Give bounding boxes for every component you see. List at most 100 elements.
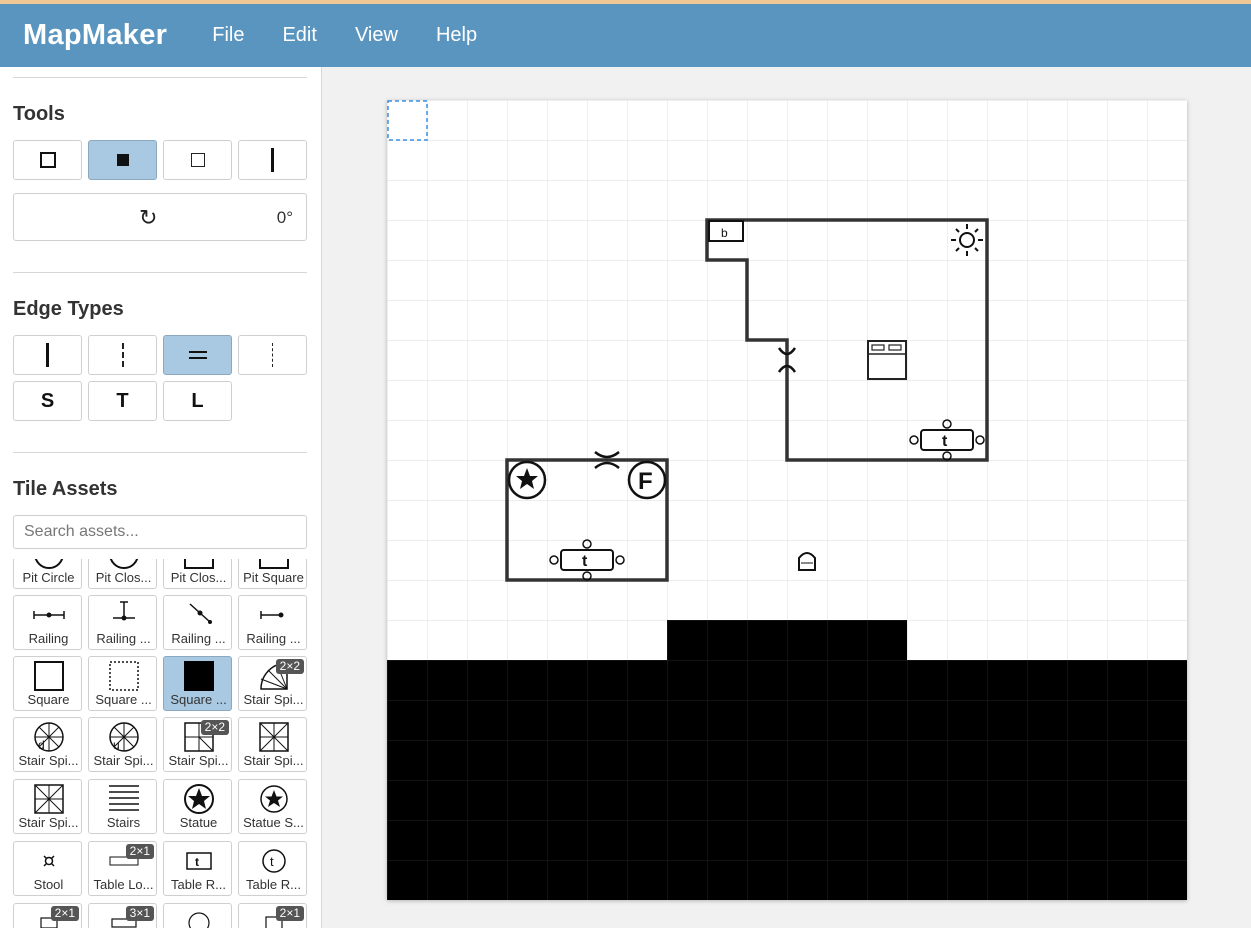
asset-tile[interactable]: t Table R... (163, 841, 232, 896)
railing-corner-icon (112, 601, 135, 621)
dotted-edge-icon (272, 343, 273, 367)
asset-tile[interactable]: Pit Circle (13, 559, 82, 589)
size-badge: 2×2 (200, 720, 229, 735)
asset-tile-label: Statue S... (243, 815, 304, 830)
asset-tile[interactable]: Square ... (88, 656, 157, 711)
edge-double-button[interactable] (163, 335, 232, 375)
asset-tile-label: Railing (28, 631, 69, 646)
asset-tile[interactable]: Pit Clos... (88, 559, 157, 589)
table-label: t (582, 553, 588, 570)
asset-tile[interactable]: Statue S... (238, 779, 307, 834)
asset-tile[interactable]: Railing ... (88, 595, 157, 650)
dashed-edge-icon (121, 343, 124, 367)
edge-t-button[interactable]: T (88, 381, 157, 421)
statue-icon (183, 784, 214, 814)
asset-tile[interactable]: Square (13, 656, 82, 711)
edge-s-button[interactable]: S (13, 381, 82, 421)
menu-view[interactable]: View (345, 22, 408, 49)
asset-tile-label: Stairs (106, 815, 141, 830)
asset-tile[interactable]: Railing (13, 595, 82, 650)
stair-spiral-square-u-icon (33, 784, 64, 814)
asset-tile[interactable]: 2×2 Stair Spi... (163, 717, 232, 772)
bed-label: b (721, 226, 728, 240)
asset-tile-label: Pit Circle (22, 570, 75, 585)
divider (13, 77, 307, 78)
menu-help[interactable]: Help (426, 22, 487, 49)
asset-tile[interactable]: Stairs (88, 779, 157, 834)
tool-square-empty-button[interactable] (163, 140, 232, 180)
svg-text:t: t (270, 854, 274, 869)
tool-square-outline-button[interactable] (13, 140, 82, 180)
asset-tile[interactable]: Railing ... (238, 595, 307, 650)
stair-spiral-up-icon: u (108, 722, 139, 752)
edge-dotted-button[interactable] (238, 335, 307, 375)
menu-edit[interactable]: Edit (272, 22, 326, 49)
square-icon (33, 661, 64, 691)
divider (13, 272, 307, 273)
fountain-icon[interactable]: F (627, 460, 667, 500)
asset-tile[interactable]: Statue (163, 779, 232, 834)
asset-tile[interactable]: Stair Spi... (13, 779, 82, 834)
railing-end-icon (259, 611, 283, 619)
size-badge: 2×1 (275, 906, 304, 921)
asset-tile[interactable]: 2×2 Stair Spi... (238, 656, 307, 711)
asset-tile[interactable]: 2×1 (13, 903, 82, 928)
asset-tile[interactable]: Stool (13, 841, 82, 896)
rotation-value: 0° (276, 208, 293, 227)
asset-tile-label: Pit Clos... (170, 570, 227, 585)
asset-tile-label: Table R... (171, 877, 226, 892)
asset-tile-selected[interactable]: Square ... (163, 656, 232, 711)
tombstone-icon[interactable] (798, 552, 816, 571)
rotation-control[interactable]: ↻ 0° (13, 193, 307, 241)
app-title: MapMaker (23, 19, 168, 51)
filled-grid-overlay (667, 620, 907, 660)
edge-dashed-button[interactable] (88, 335, 157, 375)
square-filled-icon (116, 154, 129, 166)
statue-icon[interactable] (507, 460, 547, 500)
stairs-icon (108, 785, 139, 811)
tool-line-button[interactable] (238, 140, 307, 180)
asset-tile-label: Railing ... (246, 631, 301, 646)
edge-l-label: L (191, 389, 204, 412)
asset-tile[interactable]: Pit Square (238, 559, 307, 589)
asset-search-input[interactable] (13, 515, 307, 549)
bed-tile[interactable]: b (708, 220, 744, 242)
vertical-line-icon (271, 148, 274, 172)
chest-tile[interactable] (867, 340, 907, 380)
table-label: t (942, 433, 948, 450)
asset-tile[interactable]: d Stair Spi... (13, 717, 82, 772)
asset-tile[interactable]: 2×1 (238, 903, 307, 928)
edge-s-label: S (40, 389, 55, 412)
tool-square-filled-button[interactable] (88, 140, 157, 180)
railing-icon (32, 611, 65, 619)
svg-text:d: d (38, 738, 45, 752)
stool-icon (42, 855, 55, 867)
square-filled-icon (183, 661, 214, 691)
edge-l-button[interactable]: L (163, 381, 232, 421)
asset-tile[interactable]: Railing ... (163, 595, 232, 650)
stair-spiral-down-icon: d (33, 722, 64, 752)
asset-tile[interactable]: 3×1 (88, 903, 157, 928)
map-canvas[interactable]: b t F t (387, 100, 1187, 900)
asset-tile-label: Pit Square (243, 570, 304, 585)
edge-solid-button[interactable] (13, 335, 82, 375)
tools-title: Tools (13, 103, 65, 125)
asset-grid: Pit Circle Pit Clos... Pit Clos... Pit S… (0, 559, 321, 928)
sidebar: Tools ↻ 0° Edge Types S T L Tile Assets (0, 67, 322, 928)
asset-tile[interactable] (163, 903, 232, 928)
asset-tile[interactable]: u Stair Spi... (88, 717, 157, 772)
asset-tile[interactable]: Pit Clos... (163, 559, 232, 589)
asset-tile[interactable]: Stair Spi... (238, 717, 307, 772)
square-outline-icon (39, 152, 56, 168)
asset-tile[interactable]: t Table R... (238, 841, 307, 896)
size-badge: 2×2 (275, 659, 304, 674)
square-dotted-icon (108, 661, 139, 691)
svg-text:t: t (195, 855, 199, 869)
statue-small-icon (259, 785, 288, 813)
menu-file[interactable]: File (202, 22, 254, 49)
asset-tile[interactable]: 2×1 Table Lo... (88, 841, 157, 896)
fountain-label: F (638, 468, 653, 495)
edge-t-label: T (116, 389, 129, 412)
edge-types-title: Edge Types (13, 298, 124, 320)
svg-text:u: u (113, 738, 120, 752)
